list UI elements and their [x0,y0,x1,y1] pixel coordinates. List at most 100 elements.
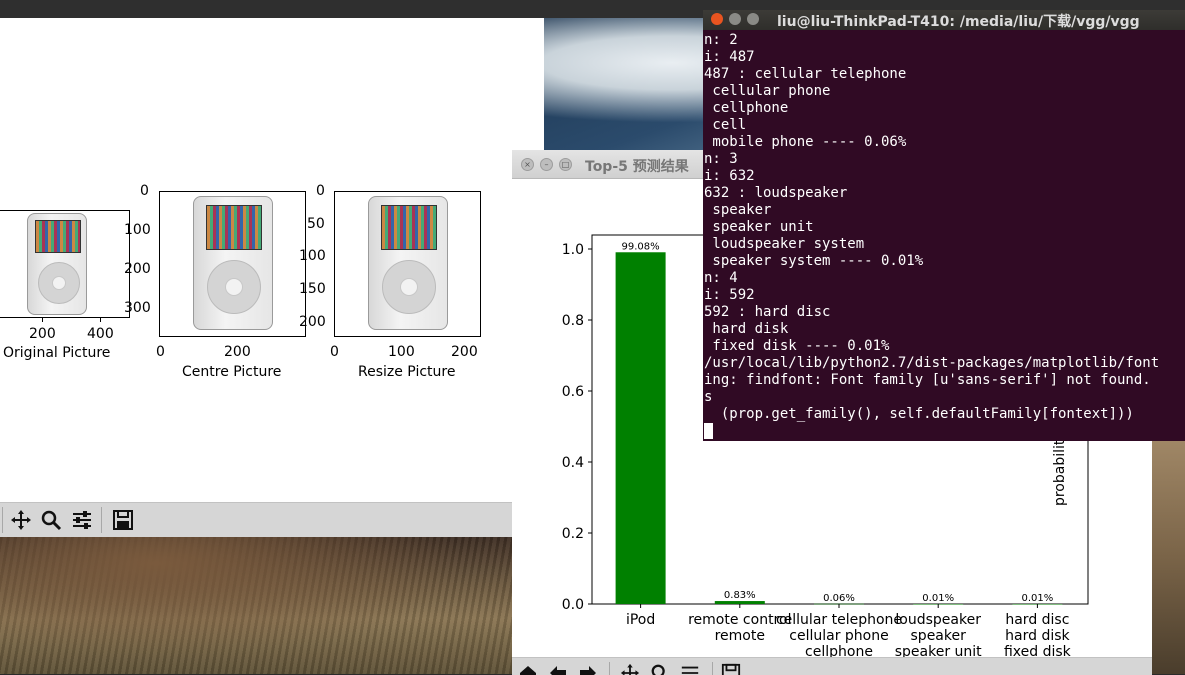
centre-picture-caption: Centre Picture [182,364,282,380]
centre-xtick-label: 0 [156,344,165,360]
zoom-icon[interactable] [648,661,672,675]
resize-ytick-label: 0 [316,183,325,199]
maximize-icon[interactable] [747,13,759,25]
resize-picture-axes [334,191,481,337]
terminal-cursor [704,423,1185,440]
centre-ytick-label: 200 [124,261,151,277]
terminal-line: speaker unit [704,219,814,235]
x-tick-label: cellphone [805,644,873,657]
terminal-line: /usr/local/lib/python2.7/dist-packages/m… [704,355,1160,371]
zoom-icon[interactable] [39,508,63,532]
terminal-line: ing: findfont: Font family [u'sans-serif… [704,372,1151,388]
terminal-output[interactable]: n: 2 i: 487 487 : cellular telephone cellu… [704,32,1185,440]
terminal-line: loudspeaker system [704,236,865,252]
original-xtick [100,318,101,322]
x-tick-label: hard disc [1005,612,1069,628]
x-tick-label: cellular telephone [776,612,902,628]
centre-ytick-label: 100 [124,222,151,238]
terminal-title: liu@liu-ThinkPad-T410: /media/liu/下载/vgg… [777,14,1140,30]
resize-ytick-label: 50 [307,216,325,232]
y-tick-label: 0.6 [562,384,584,400]
terminal-line: i: 632 [704,168,755,184]
centre-picture-axes [159,191,306,337]
home-icon[interactable] [516,661,540,675]
terminal-line: 487 : cellular telephone [704,66,907,82]
terminal-line: fixed disk ---- 0.01% [704,338,890,354]
terminal-line: 632 : loudspeaker [704,185,848,201]
original-picture-axes [0,210,130,318]
resize-ytick-label: 200 [299,314,326,330]
bar-value-label: 0.06% [823,593,855,604]
terminal-line: n: 4 [704,270,738,286]
configure-icon[interactable] [678,661,702,675]
x-tick-label: speaker unit [895,644,982,657]
terminal-line: i: 487 [704,49,755,65]
terminal-line: speaker system ---- 0.01% [704,253,924,269]
x-tick-label: loudspeaker [895,612,981,628]
original-xtick-label: 400 [87,326,114,342]
y-tick-label: 0.4 [562,455,584,471]
figure-2-toolbar [512,657,1152,675]
x-tick-label: fixed disk [1004,644,1072,657]
toolbar-separator [101,507,102,533]
pan-icon[interactable] [618,661,642,675]
terminal-line: s [704,389,713,405]
minimize-icon[interactable] [729,13,741,25]
resize-ytick-label: 150 [299,281,326,297]
bar [714,601,765,604]
y-tick-label: 1.0 [562,242,584,258]
bar-value-label: 0.83% [724,590,756,601]
centre-xtick-label: 200 [224,344,251,360]
bar-value-label: 0.01% [922,593,954,604]
bar-value-label: 0.01% [1022,593,1054,604]
terminal-line: speaker [704,202,772,218]
resize-xtick-label: 100 [388,344,415,360]
original-picture-caption: Original Picture [3,345,111,361]
bar [615,252,666,604]
terminal-line: mobile phone ---- 0.06% [704,134,907,150]
x-tick-label: cellular phone [789,628,888,644]
pan-icon[interactable] [9,508,33,532]
terminal-window: liu@liu-ThinkPad-T410: /media/liu/下载/vgg… [703,10,1185,441]
resize-ipod-image [368,196,448,330]
toolbar-separator [712,662,713,675]
terminal-line: hard disk [704,321,789,337]
x-tick-label: iPod [626,612,655,628]
resize-xtick-label: 200 [451,344,478,360]
x-tick-label: remote [715,628,765,644]
x-tick-label: hard disk [1005,628,1070,644]
terminal-line: n: 3 [704,151,738,167]
y-tick-label: 0.0 [562,597,584,613]
centre-ytick-label: 0 [140,183,149,199]
terminal-line: 592 : hard disc [704,304,831,320]
original-xtick [42,318,43,322]
terminal-line: i: 592 [704,287,755,303]
close-icon[interactable] [711,13,723,25]
terminal-line: cellphone [704,100,789,116]
terminal-titlebar[interactable]: liu@liu-ThinkPad-T410: /media/liu/下载/vgg… [703,10,1185,30]
resize-picture-caption: Resize Picture [358,364,456,380]
save-icon[interactable] [719,661,743,675]
bar-value-label: 99.08% [622,241,660,252]
toolbar-separator [609,662,610,675]
terminal-line: (prop.get_family(), self.defaultFamily[f… [704,406,1134,422]
original-xtick-label: 200 [29,326,56,342]
figure-1-canvas: 200 400 Original Picture 0 100 200 300 0… [0,18,544,502]
terminal-line: n: 2 [704,32,738,48]
forward-icon[interactable] [576,661,600,675]
y-tick-label: 0.2 [562,526,584,542]
centre-ytick-label: 300 [124,300,151,316]
figure-1-toolbar [0,502,520,537]
x-tick-label: speaker [911,628,967,644]
centre-ipod-image [193,196,273,330]
original-ipod-image [27,213,87,315]
desktop-wallpaper-landscape [0,536,520,674]
back-icon[interactable] [546,661,570,675]
resize-ytick-label: 100 [299,248,326,264]
configure-icon[interactable] [70,508,94,532]
toolbar-separator [2,507,3,533]
save-icon[interactable] [111,508,135,532]
y-tick-label: 0.8 [562,313,584,329]
desktop-wallpaper-edge [1152,440,1185,674]
terminal-line: cellular phone [704,83,831,99]
